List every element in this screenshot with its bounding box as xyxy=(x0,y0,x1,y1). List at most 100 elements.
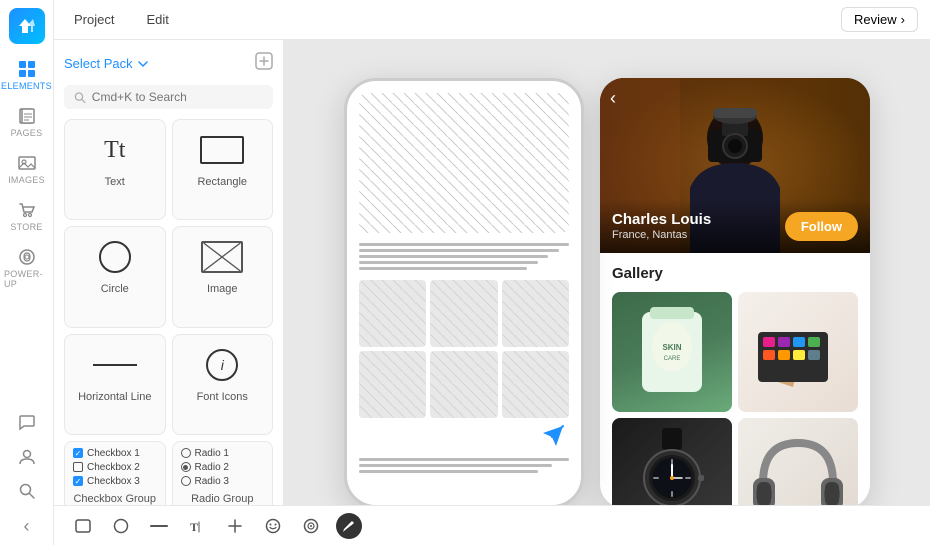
follow-button[interactable]: Follow xyxy=(785,212,858,241)
sidebar-item-users[interactable] xyxy=(0,440,53,474)
checkbox-1-icon: ✓ xyxy=(73,448,83,458)
plus-tool-button[interactable] xyxy=(222,513,248,539)
phone-text-lines-top xyxy=(359,243,569,270)
elements-grid: Tt Text Rectangle Circle xyxy=(64,119,273,533)
sidebar-item-elements[interactable]: ELEMENTS xyxy=(0,52,53,99)
pages-label: PAGES xyxy=(11,128,43,138)
profile-photo: ‹ Charles Louis France, Nantas Follow xyxy=(600,78,870,253)
gallery-item-4[interactable] xyxy=(738,418,858,508)
element-hline[interactable]: Horizontal Line xyxy=(64,334,166,435)
svg-text:T: T xyxy=(190,520,198,534)
gallery-item-2[interactable] xyxy=(738,292,858,412)
search-bar-icon xyxy=(74,91,86,104)
target-tool-button[interactable] xyxy=(298,513,324,539)
circle-element-label: Circle xyxy=(101,283,129,295)
chevron-down-icon xyxy=(137,58,149,70)
search-input[interactable] xyxy=(92,90,263,104)
text-element-icon: Tt xyxy=(104,130,125,170)
element-image[interactable]: Image xyxy=(172,226,274,327)
radio-1-icon xyxy=(181,448,191,458)
rectangle-tool-button[interactable] xyxy=(70,513,96,539)
element-rectangle[interactable]: Rectangle xyxy=(172,119,274,220)
profile-info-overlay: Charles Louis France, Nantas Follow xyxy=(600,199,870,253)
svg-text:CARE: CARE xyxy=(664,356,681,362)
edit-tool-button[interactable] xyxy=(336,513,362,539)
sidebar-item-images[interactable]: IMAGES xyxy=(0,146,53,193)
image-element-label: Image xyxy=(207,283,238,295)
users-icon xyxy=(18,448,36,466)
powerup-label: POWER-UP xyxy=(4,269,49,289)
store-label: STORE xyxy=(10,222,42,232)
checkbox-group-label: Checkbox Group xyxy=(73,493,156,505)
phone-mockup-left xyxy=(344,78,584,508)
text-element-label: Text xyxy=(105,176,125,188)
store-icon xyxy=(18,201,36,219)
rect-element-label: Rectangle xyxy=(197,176,247,188)
sidebar-item-comment[interactable] xyxy=(0,406,53,440)
checkbox-2-icon xyxy=(73,462,83,472)
phone-top-image xyxy=(359,93,569,233)
image-element-icon xyxy=(201,237,243,277)
sidebar: ELEMENTS PAGES IMAGES xyxy=(0,0,54,545)
elements-panel: Select Pack xyxy=(54,40,284,545)
fonticons-element-icon: i xyxy=(206,345,238,385)
line-tool-button[interactable] xyxy=(146,513,172,539)
checkbox-group-preview: ✓ Checkbox 1 Checkbox 2 ✓ Checkbox 3 xyxy=(73,448,157,487)
radio-group-label: Radio Group xyxy=(191,493,253,505)
topbar: Project Edit Review › xyxy=(54,0,930,40)
rect-element-icon xyxy=(200,130,244,170)
radio-2-icon xyxy=(181,462,191,472)
element-fonticons[interactable]: i Font Icons xyxy=(172,334,274,435)
elements-label: ELEMENTS xyxy=(1,81,52,91)
fonticons-element-label: Font Icons xyxy=(197,391,248,403)
sidebar-item-search[interactable] xyxy=(0,474,53,508)
profile-mockup-right: ‹ Charles Louis France, Nantas Follow Ga… xyxy=(600,78,870,508)
send-icon xyxy=(541,424,565,448)
back-arrow-button[interactable]: ‹ xyxy=(610,88,616,109)
profile-location: France, Nantas xyxy=(612,229,711,241)
sidebar-item-store[interactable]: STORE xyxy=(0,193,53,240)
gallery-item-1[interactable]: SKIN CARE xyxy=(612,292,732,412)
panel-header: Select Pack xyxy=(64,52,273,75)
phone-text-lines-bottom xyxy=(359,458,569,473)
images-icon xyxy=(18,154,36,172)
svg-text:SKIN: SKIN xyxy=(662,343,681,352)
comment-icon xyxy=(18,414,36,432)
smile-tool-button[interactable] xyxy=(260,513,286,539)
canvas-area[interactable]: ‹ Charles Louis France, Nantas Follow Ga… xyxy=(284,40,930,545)
checkbox-3-icon: ✓ xyxy=(73,476,83,486)
select-pack-button[interactable]: Select Pack xyxy=(64,56,149,71)
element-text[interactable]: Tt Text xyxy=(64,119,166,220)
project-menu[interactable]: Project xyxy=(66,8,122,31)
hline-element-icon xyxy=(93,345,137,385)
add-element-button[interactable] xyxy=(255,52,273,75)
gallery-title: Gallery xyxy=(612,265,858,282)
search-icon xyxy=(18,482,36,500)
main-content: Select Pack xyxy=(54,40,930,545)
sidebar-item-pages[interactable]: PAGES xyxy=(0,99,53,146)
sidebar-item-powerup[interactable]: POWER-UP xyxy=(0,240,53,297)
review-button[interactable]: Review › xyxy=(841,7,918,32)
gallery-item-3[interactable] xyxy=(612,418,732,508)
circle-element-icon xyxy=(99,237,131,277)
profile-name: Charles Louis xyxy=(612,211,711,228)
images-label: IMAGES xyxy=(8,175,45,185)
radio-group-preview: Radio 1 Radio 2 Radio 3 xyxy=(181,448,265,487)
phone-image-grid xyxy=(359,280,569,419)
element-circle[interactable]: Circle xyxy=(64,226,166,327)
hline-element-label: Horizontal Line xyxy=(78,391,151,403)
circle-tool-button[interactable] xyxy=(108,513,134,539)
sidebar-item-collapse[interactable]: ‹ xyxy=(0,508,53,545)
text-tool-button[interactable]: T xyxy=(184,513,210,539)
app-logo[interactable] xyxy=(9,8,45,44)
radio-3-icon xyxy=(181,476,191,486)
collapse-icon: ‹ xyxy=(24,516,30,537)
elements-icon xyxy=(18,60,36,78)
bottom-toolbar: T xyxy=(54,505,930,545)
gallery-grid: SKIN CARE xyxy=(612,292,858,508)
powerup-icon xyxy=(18,248,36,266)
gallery-section: Gallery SKIN CARE xyxy=(600,253,870,508)
search-bar[interactable] xyxy=(64,85,273,109)
pages-icon xyxy=(18,107,36,125)
edit-menu[interactable]: Edit xyxy=(138,8,176,31)
